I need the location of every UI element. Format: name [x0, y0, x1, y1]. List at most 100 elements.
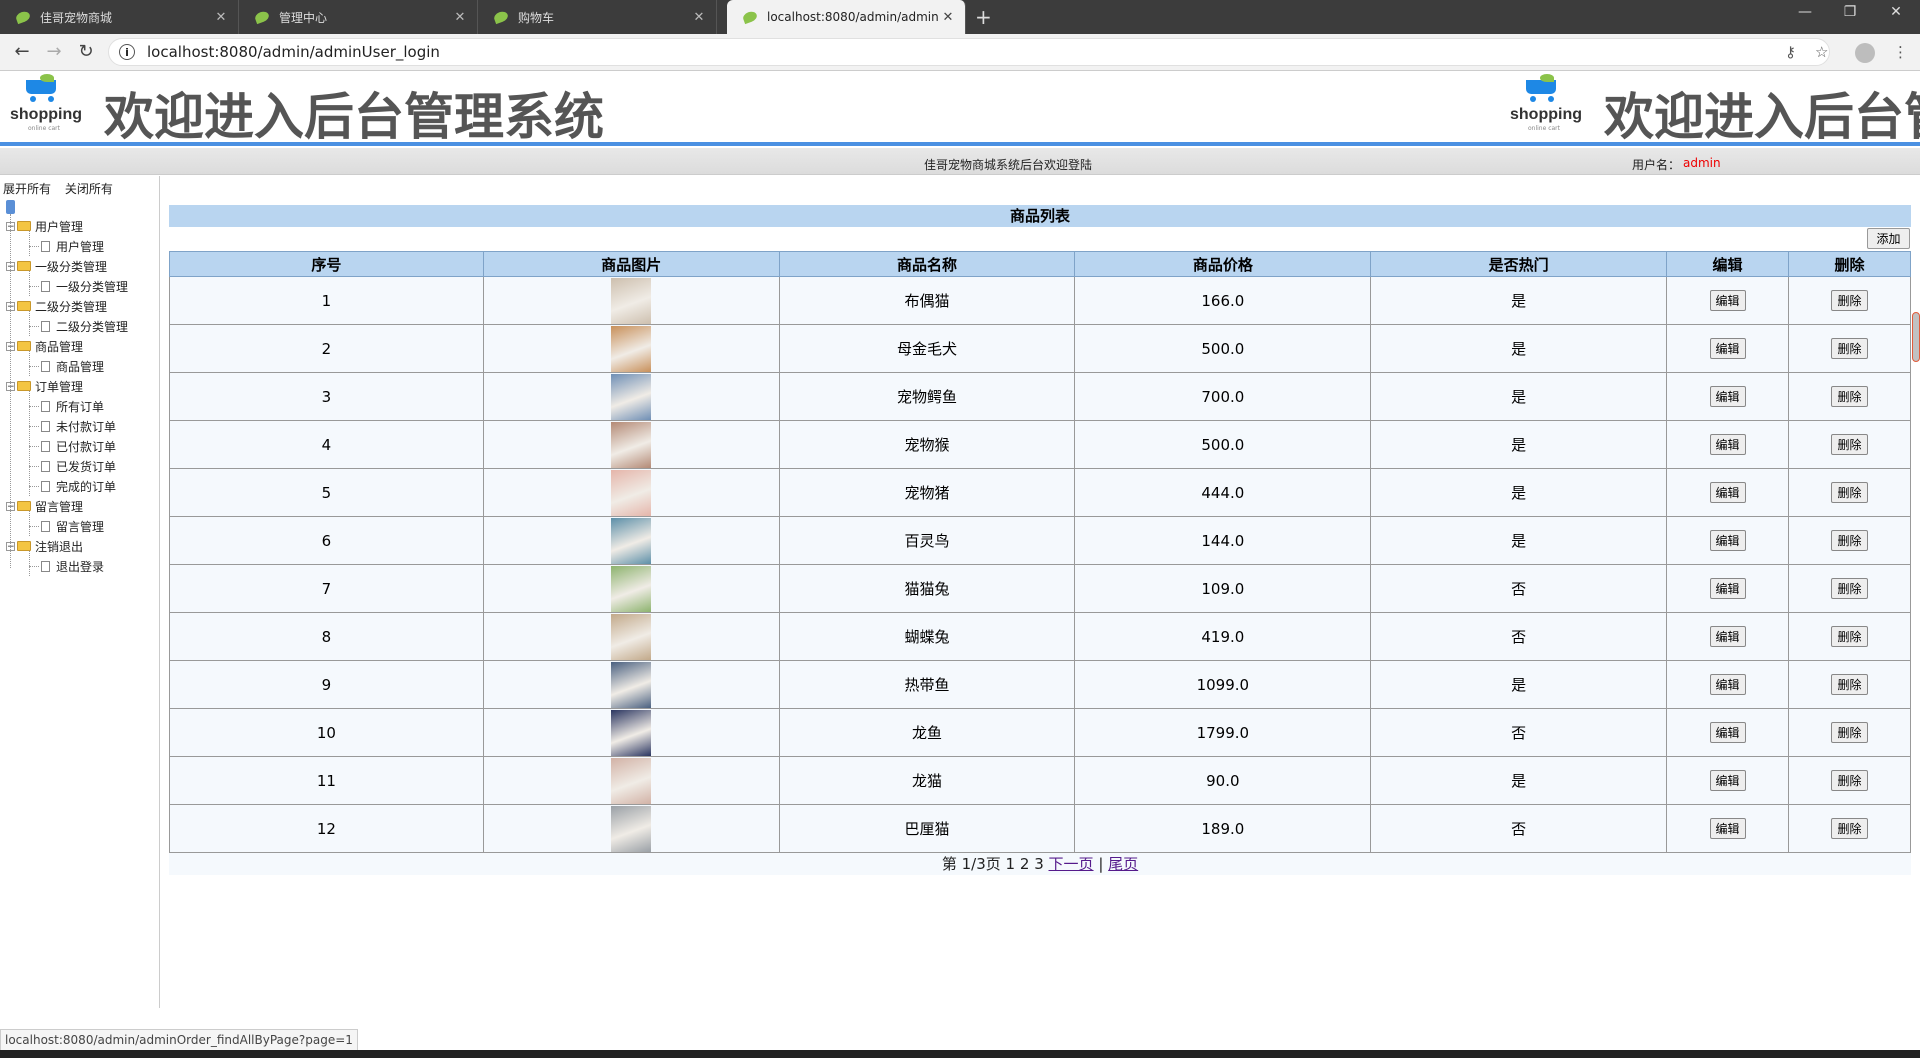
- star-icon[interactable]: ☆: [1815, 43, 1828, 61]
- edit-button[interactable]: 编辑: [1709, 722, 1746, 743]
- product-price: 109.0: [1074, 564, 1372, 613]
- folder-icon: [17, 301, 31, 311]
- tree-item[interactable]: 留言管理: [41, 517, 104, 535]
- delete-button[interactable]: 删除: [1831, 626, 1868, 647]
- delete-button[interactable]: 删除: [1831, 722, 1868, 743]
- tree-item[interactable]: 已付款订单: [41, 437, 116, 455]
- close-window-icon[interactable]: ✕: [1876, 4, 1916, 20]
- edit-button[interactable]: 编辑: [1709, 626, 1746, 647]
- pagination: 第 1/3页 1 2 3 下一页 | 尾页: [169, 853, 1911, 875]
- edit-button[interactable]: 编辑: [1709, 530, 1746, 551]
- product-image: [611, 373, 652, 420]
- page-link[interactable]: 1: [1006, 855, 1016, 873]
- delete-button[interactable]: 删除: [1831, 818, 1868, 839]
- hot-flag: 是: [1370, 468, 1668, 517]
- product-image: [611, 469, 652, 516]
- edit-button[interactable]: 编辑: [1709, 674, 1746, 695]
- product-image: [611, 709, 652, 756]
- reload-icon[interactable]: ↻: [74, 41, 98, 62]
- edit-button[interactable]: 编辑: [1709, 770, 1746, 791]
- restore-icon[interactable]: ❐: [1830, 4, 1870, 20]
- edit-button[interactable]: 编辑: [1709, 578, 1746, 599]
- row-number: 9: [169, 660, 484, 709]
- edit-button[interactable]: 编辑: [1709, 818, 1746, 839]
- browser-tab-admin[interactable]: 管理中心 ✕: [239, 0, 478, 34]
- delete-button[interactable]: 删除: [1831, 578, 1868, 599]
- tree-item[interactable]: 退出登录: [41, 557, 104, 575]
- banner-title: 欢迎进入后台管理系统: [104, 88, 604, 143]
- table-row: 6 百灵鸟 144.0 是 编辑 删除: [169, 516, 1911, 565]
- delete-button[interactable]: 删除: [1831, 770, 1868, 791]
- table-row: 3 宠物鳄鱼 700.0 是 编辑 删除: [169, 372, 1911, 421]
- key-icon[interactable]: ⚷: [1785, 43, 1796, 61]
- next-page-link[interactable]: 下一页: [1049, 855, 1094, 873]
- info-icon[interactable]: i: [119, 44, 135, 60]
- delete-button[interactable]: 删除: [1831, 386, 1868, 407]
- delete-cell: 删除: [1788, 276, 1911, 325]
- back-icon[interactable]: ←: [10, 41, 34, 62]
- minimize-icon[interactable]: —: [1785, 4, 1825, 20]
- delete-button[interactable]: 删除: [1831, 338, 1868, 359]
- product-price: 189.0: [1074, 804, 1372, 853]
- close-icon[interactable]: ✕: [939, 10, 957, 25]
- tree-folder[interactable]: − 订单管理: [6, 377, 83, 395]
- last-page-link[interactable]: 尾页: [1108, 855, 1138, 873]
- tree-folder[interactable]: − 商品管理: [6, 337, 83, 355]
- edit-button[interactable]: 编辑: [1709, 482, 1746, 503]
- address-bar[interactable]: i localhost:8080/admin/adminUser_login: [108, 38, 1830, 66]
- tree-item[interactable]: 完成的订单: [41, 477, 116, 495]
- page-link[interactable]: 2: [1020, 855, 1030, 873]
- edit-button[interactable]: 编辑: [1709, 386, 1746, 407]
- browser-tab-cart[interactable]: 购物车 ✕: [478, 0, 717, 34]
- column-header: 是否热门: [1370, 251, 1668, 277]
- close-icon[interactable]: ✕: [451, 10, 469, 25]
- table-row: 2 母金毛犬 500.0 是 编辑 删除: [169, 324, 1911, 373]
- new-tab-icon[interactable]: +: [975, 5, 992, 29]
- tree-folder[interactable]: − 注销退出: [6, 537, 83, 555]
- edit-button[interactable]: 编辑: [1709, 290, 1746, 311]
- scrollbar[interactable]: [1912, 312, 1920, 362]
- tree-folder[interactable]: − 一级分类管理: [6, 257, 107, 275]
- tree-folder[interactable]: − 留言管理: [6, 497, 83, 515]
- browser-tab-active[interactable]: localhost:8080/admin/adminU ✕: [727, 0, 966, 34]
- tree-item[interactable]: 所有订单: [41, 397, 104, 415]
- close-icon[interactable]: ✕: [690, 10, 708, 25]
- delete-button[interactable]: 删除: [1831, 674, 1868, 695]
- product-price: 144.0: [1074, 516, 1372, 565]
- edit-cell: 编辑: [1666, 276, 1789, 325]
- browser-tab-shop[interactable]: 佳哥宠物商城 ✕: [0, 0, 239, 34]
- profile-avatar[interactable]: [1855, 43, 1875, 63]
- delete-button[interactable]: 删除: [1831, 482, 1868, 503]
- row-number: 2: [169, 324, 484, 373]
- delete-cell: 删除: [1788, 612, 1911, 661]
- tree-folder[interactable]: − 二级分类管理: [6, 297, 107, 315]
- welcome-text: 佳哥宠物商城系统后台欢迎登陆: [924, 158, 1093, 172]
- tree-item[interactable]: 未付款订单: [41, 417, 116, 435]
- menu-icon[interactable]: ⋮: [1893, 43, 1908, 61]
- tree-item[interactable]: 二级分类管理: [41, 317, 128, 335]
- delete-button[interactable]: 删除: [1831, 530, 1868, 551]
- close-icon[interactable]: ✕: [212, 10, 230, 25]
- expand-all-link[interactable]: 展开所有: [3, 182, 51, 196]
- product-name: 巴厘猫: [778, 804, 1076, 853]
- edit-button[interactable]: 编辑: [1709, 338, 1746, 359]
- delete-cell: 删除: [1788, 372, 1911, 421]
- tree-folder-label: 一级分类管理: [35, 259, 108, 274]
- delete-button[interactable]: 删除: [1831, 290, 1868, 311]
- tree-item[interactable]: 一级分类管理: [41, 277, 128, 295]
- forward-icon[interactable]: →: [42, 41, 66, 62]
- tree-folder[interactable]: − 用户管理: [6, 217, 83, 235]
- row-number: 12: [169, 804, 484, 853]
- tree-folder-label: 二级分类管理: [35, 299, 108, 314]
- product-image-cell: [482, 516, 780, 565]
- edit-button[interactable]: 编辑: [1709, 434, 1746, 455]
- add-button[interactable]: 添加: [1867, 228, 1910, 249]
- page-link[interactable]: 3: [1034, 855, 1044, 873]
- collapse-all-link[interactable]: 关闭所有: [65, 182, 113, 196]
- tree-item[interactable]: 已发货订单: [41, 457, 116, 475]
- folder-icon: [17, 261, 31, 271]
- tree-item[interactable]: 商品管理: [41, 357, 104, 375]
- tree-item[interactable]: 用户管理: [41, 237, 104, 255]
- product-image: [611, 805, 652, 852]
- delete-button[interactable]: 删除: [1831, 434, 1868, 455]
